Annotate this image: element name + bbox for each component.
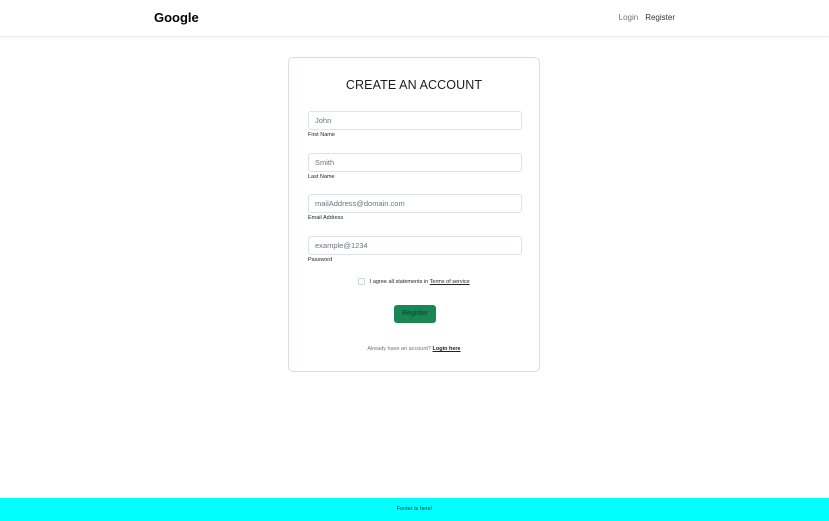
email-label: Email Address — [308, 215, 344, 221]
footer: Footer is here! — [0, 498, 829, 521]
terms-text: I agree all statements in — [369, 279, 429, 285]
last-name-label: Last Name — [308, 174, 335, 180]
last-name-group: Last Name — [308, 153, 522, 181]
register-button[interactable]: Register — [394, 305, 436, 323]
first-name-label: First Name — [308, 132, 335, 138]
password-input[interactable] — [308, 236, 522, 255]
nav-register-link[interactable]: Register — [645, 12, 675, 24]
terms-row: I agree all statements in Terms of servi… — [289, 278, 539, 286]
form-title: CREATE AN ACCOUNT — [345, 78, 483, 92]
last-name-input[interactable] — [308, 153, 522, 172]
login-here-link[interactable]: Login here — [433, 346, 461, 352]
password-group: Password — [308, 236, 522, 264]
terms-checkbox[interactable] — [358, 278, 366, 286]
brand-logo[interactable]: Google — [154, 9, 199, 27]
register-card: CREATE AN ACCOUNT First Name Last Name E… — [288, 57, 540, 372]
login-prompt: Already have an account? Login here — [289, 345, 539, 353]
nav-login-link[interactable]: Login — [619, 12, 639, 24]
email-group: Email Address — [308, 194, 522, 222]
terms-of-service-link[interactable]: Terms of service — [430, 279, 470, 285]
page: Google Login Register CREATE AN ACCOUNT … — [0, 0, 829, 521]
navbar: Google Login Register — [0, 0, 829, 37]
footer-text: Footer is here! — [396, 506, 433, 512]
nav-links: Login Register — [619, 12, 675, 24]
password-label: Password — [308, 257, 333, 263]
first-name-group: First Name — [308, 111, 522, 139]
email-input[interactable] — [308, 194, 522, 213]
first-name-input[interactable] — [308, 111, 522, 130]
login-prompt-text: Already have an account? — [367, 346, 431, 352]
